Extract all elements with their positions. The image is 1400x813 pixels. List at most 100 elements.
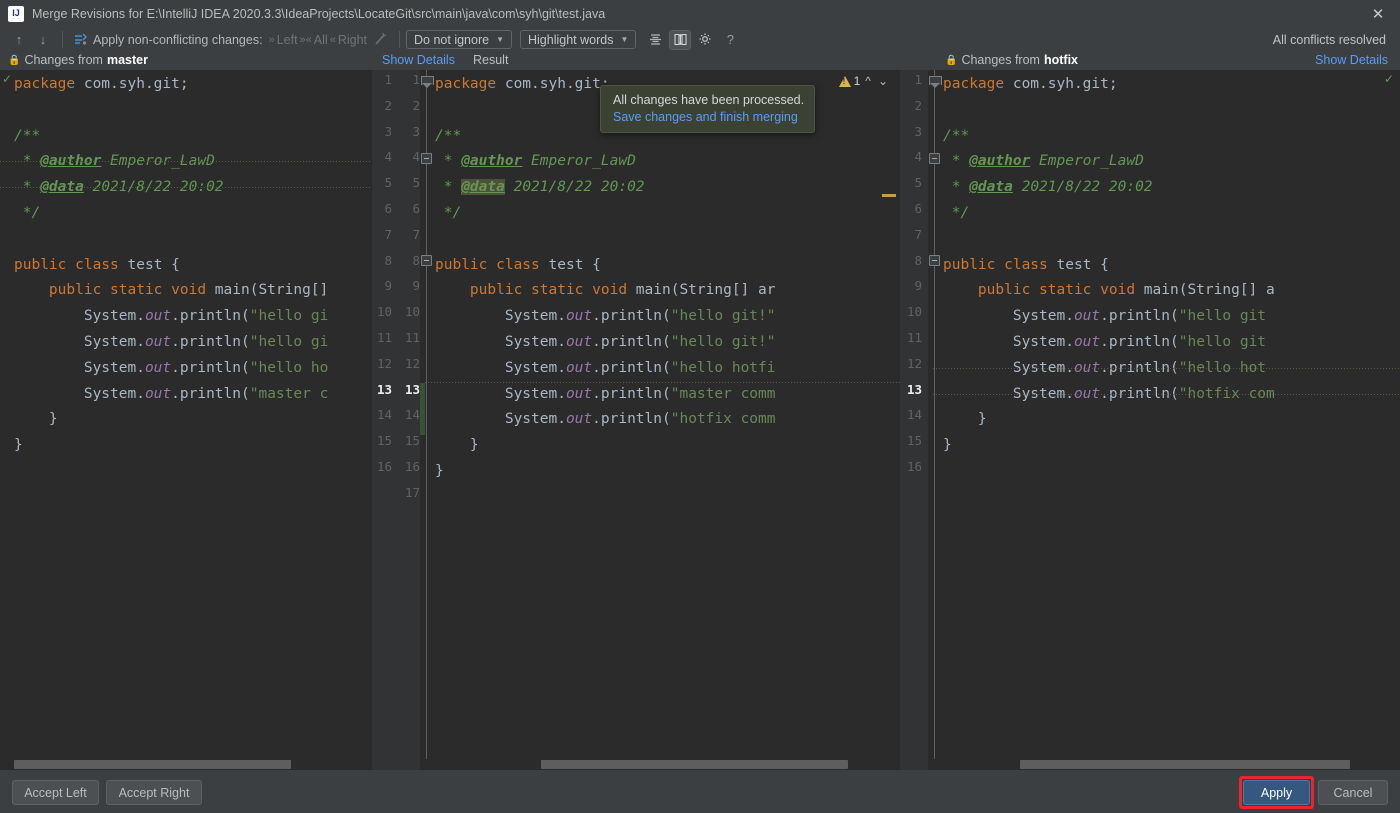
chevron-down-icon[interactable]: ⌄ bbox=[876, 74, 890, 88]
fold-collapse-icon[interactable] bbox=[421, 153, 432, 164]
cancel-button[interactable]: Cancel bbox=[1318, 780, 1388, 805]
arrow-up-icon[interactable]: ↑ bbox=[8, 29, 30, 50]
compare-side-by-side-icon[interactable] bbox=[669, 29, 692, 50]
code-line: package com.syh.git; bbox=[14, 72, 189, 98]
chevron-both-all-icon: »« bbox=[299, 33, 312, 46]
scrollbar-thumb[interactable] bbox=[541, 760, 848, 769]
code-line: } bbox=[435, 459, 444, 485]
code-token: "hello gi bbox=[249, 334, 329, 350]
line-number: 16 bbox=[376, 459, 392, 474]
code-line: System.out.println("master c bbox=[14, 382, 328, 408]
code-token: } bbox=[435, 463, 444, 479]
code-line: public class test { bbox=[435, 253, 601, 279]
line-number: 2 bbox=[384, 97, 392, 113]
apply-left-button[interactable]: Left bbox=[277, 33, 298, 47]
line-number: 16 bbox=[906, 459, 922, 474]
line-number: 9 bbox=[412, 278, 420, 294]
code-token: } bbox=[943, 411, 987, 428]
code-token: .println( bbox=[1100, 308, 1179, 325]
tooltip-action-link[interactable]: Save changes and finish merging bbox=[613, 110, 804, 124]
apply-all-button[interactable]: All bbox=[314, 33, 328, 47]
highlight-policy-dropdown[interactable]: Highlight words ▼ bbox=[520, 30, 637, 49]
center-pane-header: Result bbox=[473, 50, 508, 70]
magic-resolve-icon[interactable] bbox=[369, 29, 391, 50]
line-number: 4 bbox=[412, 149, 420, 165]
code-token: out bbox=[565, 308, 593, 325]
code-line: * @data 2021/8/22 20:02 bbox=[943, 175, 1153, 201]
right-fold-gutter[interactable] bbox=[928, 70, 942, 770]
scrollbar-thumb[interactable] bbox=[14, 760, 291, 769]
fold-collapse-icon[interactable] bbox=[421, 255, 432, 266]
tooltip-message: All changes have been processed. bbox=[613, 93, 805, 107]
code-line: System.out.println("hello git bbox=[943, 330, 1266, 356]
center-result-pane[interactable]: package com.syh.git; /** * @author Emper… bbox=[420, 70, 900, 770]
right-editor-pane[interactable]: package com.syh.git; /** * @author Emper… bbox=[928, 70, 1400, 770]
fold-arrow-icon[interactable] bbox=[929, 76, 942, 89]
line-number: 4 bbox=[914, 149, 922, 165]
toolbar-separator-1 bbox=[62, 31, 63, 48]
line-number: 15 bbox=[404, 433, 420, 449]
accept-right-button[interactable]: Accept Right bbox=[106, 780, 202, 805]
line-number: 11 bbox=[906, 330, 922, 345]
code-token: package bbox=[14, 76, 84, 92]
apply-non-conflicting-icon[interactable] bbox=[69, 29, 91, 50]
ignore-policy-dropdown[interactable]: Do not ignore ▼ bbox=[406, 30, 512, 49]
left-header-branch: master bbox=[106, 53, 148, 67]
inspection-widget[interactable]: 1 ^ ⌄ bbox=[838, 74, 890, 88]
code-token: .println( bbox=[592, 308, 671, 325]
center-show-details-link[interactable]: Show Details bbox=[382, 50, 455, 70]
code-token: System. bbox=[943, 308, 1074, 325]
apply-right-button[interactable]: Right bbox=[338, 33, 367, 47]
apply-button[interactable]: Apply bbox=[1243, 780, 1310, 805]
scrollbar-thumb[interactable] bbox=[1020, 760, 1350, 769]
line-number: 5 bbox=[412, 175, 420, 191]
right-show-details-link[interactable]: Show Details bbox=[1315, 50, 1388, 70]
fold-collapse-icon[interactable] bbox=[929, 255, 940, 266]
accept-left-button[interactable]: Accept Left bbox=[12, 780, 99, 805]
line-number: 12 bbox=[906, 355, 922, 371]
left-editor-pane[interactable]: ✓ package com.syh.git; /** * @author Emp… bbox=[0, 70, 372, 770]
line-number: 17 bbox=[404, 484, 420, 500]
close-icon[interactable]: ✕ bbox=[1356, 0, 1400, 27]
line-number: 12 bbox=[376, 355, 392, 371]
code-token: out bbox=[565, 411, 593, 428]
code-token: .println( bbox=[592, 359, 671, 376]
code-token: "hotfix comm bbox=[670, 411, 776, 428]
code-token: .println( bbox=[592, 411, 671, 428]
right-hscrollbar[interactable] bbox=[928, 759, 1400, 770]
code-token: System. bbox=[435, 308, 566, 325]
code-token: .println( bbox=[592, 385, 671, 402]
code-line: * @data 2021/8/22 20:02 bbox=[14, 175, 224, 201]
code-token: public static void bbox=[977, 282, 1144, 299]
code-line: System.out.println("hello git!" bbox=[435, 330, 776, 356]
right-header-prefix: Changes from bbox=[961, 53, 1040, 67]
line-number: 11 bbox=[376, 330, 392, 345]
fold-arrow-icon[interactable] bbox=[421, 76, 434, 89]
line-number: 8 bbox=[914, 252, 922, 268]
chevron-up-icon[interactable]: ^ bbox=[863, 74, 873, 88]
fold-collapse-icon[interactable] bbox=[929, 153, 940, 164]
change-separator bbox=[0, 187, 372, 188]
help-icon[interactable]: ? bbox=[719, 29, 741, 50]
code-token: 2021/8/22 20:02 bbox=[504, 179, 645, 196]
error-stripe-marker[interactable] bbox=[882, 194, 896, 197]
arrow-down-icon[interactable]: ↓ bbox=[32, 29, 54, 50]
line-number: 7 bbox=[412, 226, 420, 242]
code-token: out bbox=[144, 334, 172, 350]
collapse-unchanged-icon[interactable] bbox=[644, 30, 666, 50]
left-no-problems-icon: ✓ bbox=[2, 72, 13, 86]
right-pane-header: 🔒 Changes from hotfix bbox=[945, 50, 1078, 70]
left-hscrollbar[interactable] bbox=[0, 759, 372, 770]
gear-icon[interactable] bbox=[694, 30, 716, 50]
center-hscrollbar[interactable] bbox=[420, 759, 900, 770]
code-token: * bbox=[435, 179, 462, 196]
line-number: 2 bbox=[914, 97, 922, 113]
code-token: "hello ho bbox=[249, 359, 329, 376]
code-token: "master c bbox=[249, 385, 329, 402]
conflict-status-label: All conflicts resolved bbox=[1272, 32, 1386, 47]
code-token: .println( bbox=[171, 334, 250, 350]
code-token: 2021/8/22 20:02 bbox=[1012, 179, 1153, 196]
line-number: 14 bbox=[404, 407, 420, 423]
code-line: System.out.println("hello gi bbox=[14, 304, 328, 330]
